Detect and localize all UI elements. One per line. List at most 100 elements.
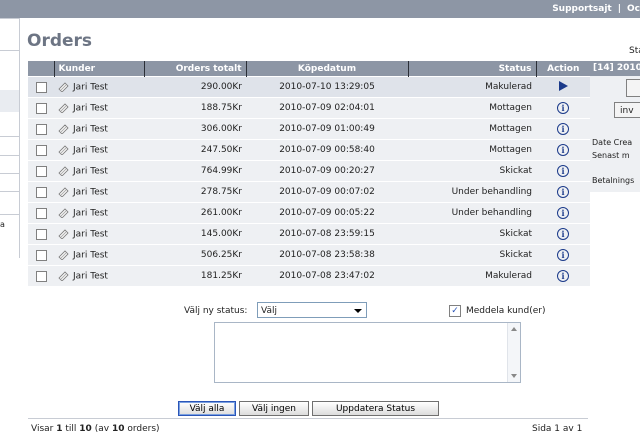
- action-cell: i: [536, 181, 590, 203]
- row-select-cell: [28, 202, 54, 224]
- customer-name[interactable]: Jari Test: [73, 124, 108, 134]
- date-cell: 2010-07-09 01:00:49: [246, 118, 408, 140]
- note-icon[interactable]: [58, 229, 70, 239]
- to-text: till: [65, 424, 77, 434]
- header-kunder[interactable]: Kunder: [53, 61, 144, 77]
- table-row[interactable]: Jari Test 247.50Kr 2010-07-09 00:58:40 Mott…: [28, 139, 590, 161]
- customer-name[interactable]: Jari Test: [73, 250, 108, 260]
- row-checkbox[interactable]: [35, 228, 47, 240]
- table-row[interactable]: Jari Test 306.00Kr 2010-07-09 01:00:49 Mott…: [28, 118, 590, 140]
- left-panel-fragment[interactable]: a: [0, 220, 5, 229]
- select-all-button[interactable]: Välj alla: [178, 401, 236, 416]
- row-checkbox[interactable]: [35, 270, 47, 282]
- info-icon[interactable]: i: [557, 165, 569, 177]
- row-checkbox[interactable]: [35, 165, 47, 177]
- header-status[interactable]: Status: [407, 61, 536, 77]
- customer-name[interactable]: Jari Test: [73, 103, 108, 113]
- scroll-down-icon[interactable]: [511, 374, 517, 378]
- note-icon[interactable]: [58, 250, 70, 260]
- left-panel: a: [0, 18, 20, 258]
- row-select-cell: [28, 223, 54, 245]
- status-cell: Mottagen: [408, 118, 536, 140]
- table-row[interactable]: Jari Test 290.00Kr 2010-07-10 13:29:05 Maku…: [28, 76, 590, 98]
- table-row[interactable]: Jari Test 181.25Kr 2010-07-08 23:47:02 Maku…: [28, 265, 590, 286]
- chevron-down-icon: [354, 309, 362, 313]
- action-cell: i: [536, 118, 590, 140]
- status-cell: Under behandling: [408, 181, 536, 203]
- date-created-label: Date Crea: [592, 138, 633, 147]
- play-icon[interactable]: [558, 80, 568, 91]
- total-count: 10: [111, 424, 125, 434]
- right-panel-header: [14] 2010: [590, 61, 640, 76]
- status-cell: Makulerad: [408, 76, 536, 98]
- right-panel-button[interactable]: [626, 79, 640, 97]
- date-cell: 2010-07-08 23:58:38: [246, 244, 408, 266]
- total-cell: 290.00Kr: [144, 76, 246, 98]
- left-panel-item-active[interactable]: [0, 90, 19, 112]
- note-icon[interactable]: [58, 187, 70, 197]
- customer-name[interactable]: Jari Test: [73, 145, 108, 155]
- header-date[interactable]: Köpedatum: [245, 61, 408, 77]
- row-checkbox[interactable]: [35, 207, 47, 219]
- date-cell: 2010-07-08 23:47:02: [246, 265, 408, 286]
- note-icon[interactable]: [58, 124, 70, 134]
- total-cell: 188.75Kr: [144, 97, 246, 119]
- notify-customer-checkbox[interactable]: ✓: [449, 305, 461, 317]
- header-total[interactable]: Orders totalt: [143, 61, 246, 77]
- select-none-button[interactable]: Välj ingen: [239, 401, 309, 416]
- date-cell: 2010-07-08 23:59:15: [246, 223, 408, 245]
- info-icon[interactable]: i: [557, 144, 569, 156]
- action-cell: i: [536, 244, 590, 266]
- info-icon[interactable]: i: [557, 249, 569, 261]
- note-icon[interactable]: [58, 145, 70, 155]
- customer-name[interactable]: Jari Test: [73, 166, 108, 176]
- customer-name[interactable]: Jari Test: [73, 271, 108, 281]
- customer-cell: Jari Test: [54, 160, 144, 182]
- status-select-value: Välj: [261, 306, 277, 316]
- row-checkbox[interactable]: [35, 102, 47, 114]
- table-row[interactable]: Jari Test 145.00Kr 2010-07-08 23:59:15 Skic…: [28, 223, 590, 245]
- note-icon[interactable]: [58, 166, 70, 176]
- invoice-button[interactable]: inv: [614, 102, 640, 118]
- header-action: Action: [535, 61, 590, 77]
- customer-cell: Jari Test: [54, 139, 144, 161]
- note-icon[interactable]: [58, 82, 70, 92]
- info-icon[interactable]: i: [557, 123, 569, 135]
- note-icon[interactable]: [58, 271, 70, 281]
- table-row[interactable]: Jari Test 188.75Kr 2010-07-09 02:04:01 Mott…: [28, 97, 590, 119]
- customer-name[interactable]: Jari Test: [73, 82, 108, 92]
- customer-name[interactable]: Jari Test: [73, 187, 108, 197]
- table-row[interactable]: Jari Test 261.00Kr 2010-07-09 00:05:22 Unde…: [28, 202, 590, 224]
- row-checkbox[interactable]: [35, 144, 47, 156]
- total-cell: 145.00Kr: [144, 223, 246, 245]
- payment-label: Betalnings: [592, 176, 635, 185]
- comment-textarea[interactable]: [214, 322, 521, 383]
- total-cell: 247.50Kr: [144, 139, 246, 161]
- status-select[interactable]: Välj: [257, 302, 367, 318]
- scroll-up-icon[interactable]: [511, 327, 517, 331]
- page-indicator: Sida 1 av 1: [532, 424, 583, 434]
- info-icon[interactable]: i: [557, 102, 569, 114]
- row-checkbox[interactable]: [35, 249, 47, 261]
- row-checkbox[interactable]: [35, 186, 47, 198]
- textarea-scrollbar[interactable]: [507, 323, 520, 382]
- row-checkbox[interactable]: [35, 123, 47, 135]
- note-icon[interactable]: [58, 208, 70, 218]
- note-icon[interactable]: [58, 103, 70, 113]
- table-row[interactable]: Jari Test 764.99Kr 2010-07-09 00:20:27 Skic…: [28, 160, 590, 182]
- info-icon[interactable]: i: [557, 186, 569, 198]
- customer-name[interactable]: Jari Test: [73, 229, 108, 239]
- date-cell: 2010-07-10 13:29:05: [246, 76, 408, 98]
- info-icon[interactable]: i: [557, 207, 569, 219]
- info-icon[interactable]: i: [557, 228, 569, 240]
- update-status-button[interactable]: Uppdatera Status: [312, 401, 439, 416]
- action-cell: i: [536, 202, 590, 224]
- table-row[interactable]: Jari Test 278.75Kr 2010-07-09 00:07:02 Unde…: [28, 181, 590, 203]
- info-icon[interactable]: i: [557, 270, 569, 282]
- range-from: 1: [56, 424, 63, 434]
- customer-name[interactable]: Jari Test: [73, 208, 108, 218]
- row-checkbox[interactable]: [35, 81, 47, 93]
- table-row[interactable]: Jari Test 506.25Kr 2010-07-08 23:58:38 Skic…: [28, 244, 590, 266]
- status-cell: Mottagen: [408, 139, 536, 161]
- header-select: [28, 61, 54, 77]
